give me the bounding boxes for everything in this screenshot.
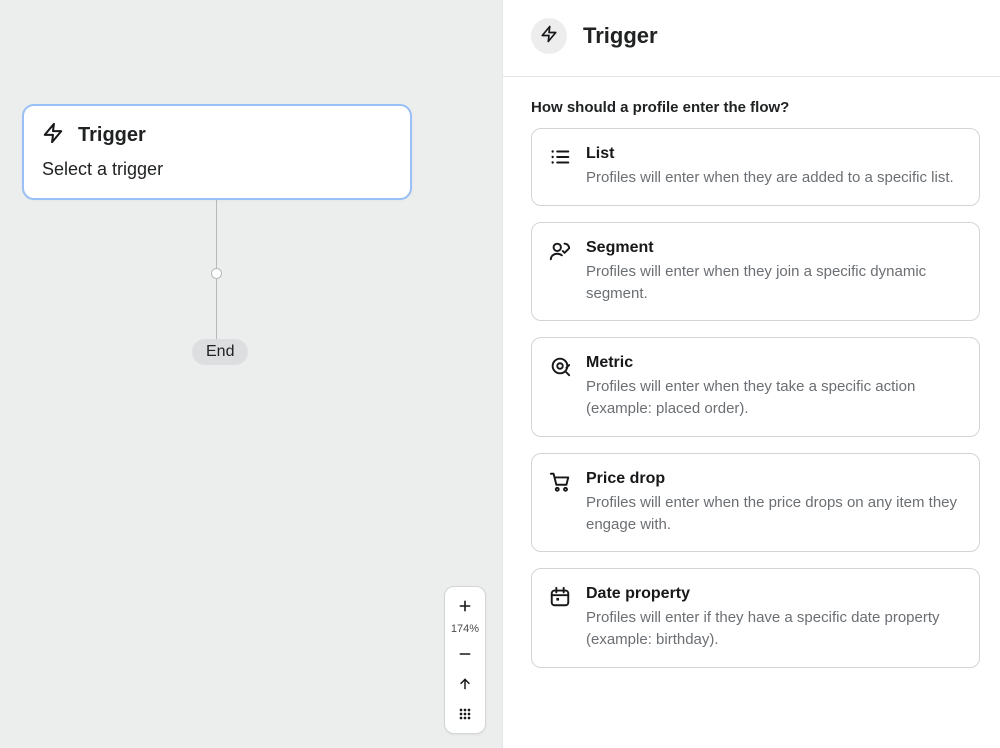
panel-body: How should a profile enter the flow? Lis…	[503, 77, 1000, 700]
calendar-icon	[548, 585, 572, 609]
option-title: List	[586, 145, 961, 163]
trigger-node-title: Trigger	[78, 124, 146, 147]
panel-header: Trigger	[503, 0, 1000, 77]
end-node: End	[192, 339, 248, 365]
trigger-option-segment[interactable]: Segment Profiles will enter when they jo…	[531, 222, 980, 322]
option-desc: Profiles will enter when they join a spe…	[586, 261, 961, 305]
option-title: Segment	[586, 239, 961, 257]
trigger-option-list[interactable]: List Profiles will enter when they are a…	[531, 128, 980, 206]
connector-add-dot[interactable]	[211, 268, 222, 279]
trigger-node-subtitle: Select a trigger	[42, 159, 392, 180]
trigger-node-header: Trigger	[42, 122, 392, 149]
trigger-node[interactable]: Trigger Select a trigger	[22, 104, 412, 200]
option-text: List Profiles will enter when they are a…	[586, 145, 961, 189]
option-title: Price drop	[586, 470, 961, 488]
option-text: Date property Profiles will enter if the…	[586, 585, 961, 651]
zoom-in-button[interactable]	[445, 591, 485, 621]
panel-title: Trigger	[583, 23, 658, 49]
zoom-out-button[interactable]	[445, 639, 485, 669]
trigger-option-date-property[interactable]: Date property Profiles will enter if the…	[531, 568, 980, 668]
flow-canvas[interactable]: Trigger Select a trigger End 174%	[0, 0, 503, 748]
zoom-percent-label: 174%	[451, 621, 479, 639]
metric-icon	[548, 354, 572, 378]
option-desc: Profiles will enter when they are added …	[586, 167, 961, 189]
cart-icon	[548, 470, 572, 494]
option-desc: Profiles will enter when the price drops…	[586, 492, 961, 536]
app-root: Trigger Select a trigger End 174%	[0, 0, 1000, 748]
segment-icon	[548, 239, 572, 263]
option-desc: Profiles will enter when they take a spe…	[586, 376, 961, 420]
zoom-fit-button[interactable]	[445, 669, 485, 699]
option-text: Segment Profiles will enter when they jo…	[586, 239, 961, 305]
bolt-icon	[540, 25, 558, 48]
zoom-control: 174%	[444, 586, 486, 734]
bolt-icon	[42, 122, 64, 149]
list-icon	[548, 145, 572, 169]
option-title: Date property	[586, 585, 961, 603]
side-panel: Trigger How should a profile enter the f…	[503, 0, 1000, 748]
panel-icon-wrap	[531, 18, 567, 54]
trigger-option-price-drop[interactable]: Price drop Profiles will enter when the …	[531, 453, 980, 553]
option-text: Metric Profiles will enter when they tak…	[586, 354, 961, 420]
option-desc: Profiles will enter if they have a speci…	[586, 607, 961, 651]
panel-prompt: How should a profile enter the flow?	[531, 99, 980, 116]
zoom-grid-button[interactable]	[445, 699, 485, 729]
option-text: Price drop Profiles will enter when the …	[586, 470, 961, 536]
option-title: Metric	[586, 354, 961, 372]
trigger-option-metric[interactable]: Metric Profiles will enter when they tak…	[531, 337, 980, 437]
